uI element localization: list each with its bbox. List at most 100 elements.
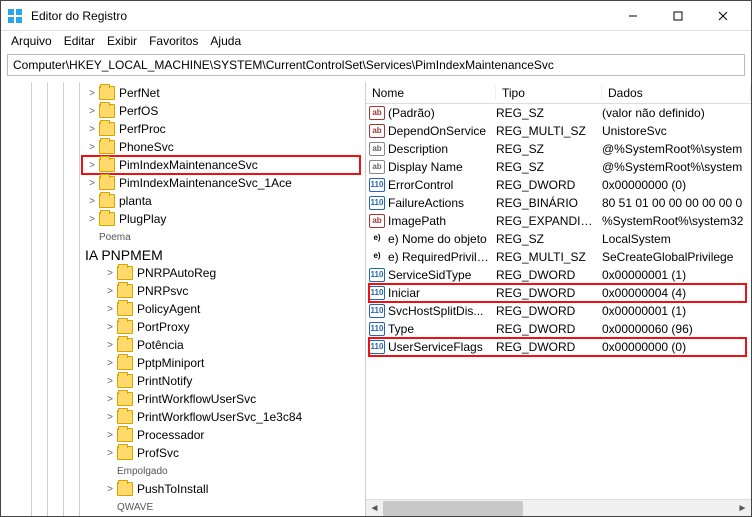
reg-binary-icon: 110 [369, 340, 385, 354]
chevron-right-icon[interactable]: > [103, 484, 117, 495]
col-type[interactable]: Tipo [496, 86, 602, 100]
maximize-button[interactable] [655, 2, 700, 30]
value-row[interactable]: 110ServiceSidTypeREG_DWORD0x00000001 (1) [366, 266, 751, 284]
minimize-button[interactable] [610, 2, 655, 30]
tree-item[interactable]: > PimIndexMaintenanceSvc_1Ace [1, 174, 365, 192]
reg-string-icon: ab [369, 214, 385, 228]
chevron-right-icon[interactable]: > [85, 214, 99, 225]
chevron-right-icon[interactable]: > [103, 448, 117, 459]
value-row[interactable]: 110UserServiceFlagsREG_DWORD0x00000000 (… [366, 338, 751, 356]
value-list[interactable]: ab(Padrão)REG_SZ(valor não definido)abDe… [366, 104, 751, 499]
tree-item[interactable]: >Processador [1, 426, 365, 444]
chevron-right-icon[interactable]: > [103, 286, 117, 297]
tree-item[interactable]: >PortProxy [1, 318, 365, 336]
tree-item[interactable]: Poema [1, 228, 365, 246]
menu-editar[interactable]: Editar [60, 34, 99, 48]
folder-icon [99, 176, 115, 190]
tree-item[interactable]: >PrintWorkflowUserSvc_1e3c84 [1, 408, 365, 426]
tree-item[interactable]: >ProfSvc [1, 444, 365, 462]
tree-item-label: PhoneSvc [119, 140, 174, 154]
tree-item[interactable]: >PimIndexMaintenanceSvc [1, 156, 365, 174]
chevron-right-icon[interactable]: > [85, 142, 99, 153]
folder-icon [99, 212, 115, 226]
value-name: ErrorControl [388, 178, 496, 192]
chevron-right-icon[interactable]: > [85, 124, 99, 135]
window-title: Editor do Registro [31, 9, 610, 23]
close-button[interactable] [700, 2, 745, 30]
chevron-right-icon[interactable]: > [103, 340, 117, 351]
tree-item[interactable]: >PptpMiniport [1, 354, 365, 372]
folder-icon [117, 392, 133, 406]
menu-ajuda[interactable]: Ajuda [206, 34, 245, 48]
menu-favoritos[interactable]: Favoritos [145, 34, 202, 48]
tree-item-label: planta [119, 194, 152, 208]
menu-exibir[interactable]: Exibir [103, 34, 141, 48]
tree-pane[interactable]: >PerfNet>PerfOS>PerfProc>PhoneSvc>PimInd… [1, 82, 366, 516]
tree-item[interactable]: >PolicyAgent [1, 300, 365, 318]
col-name[interactable]: Nome [366, 86, 496, 100]
value-row[interactable]: 110SvcHostSplitDis...REG_DWORD0x00000001… [366, 302, 751, 320]
menu-arquivo[interactable]: Arquivo [7, 34, 56, 48]
scroll-thumb[interactable] [383, 501, 523, 516]
chevron-right-icon[interactable]: > [103, 358, 117, 369]
value-row[interactable]: abDisplay NameREG_SZ@%SystemRoot%\system [366, 158, 751, 176]
chevron-right-icon[interactable]: > [103, 304, 117, 315]
tree-item[interactable]: >PerfNet [1, 84, 365, 102]
value-type: REG_DWORD [496, 268, 602, 282]
chevron-right-icon[interactable]: > [103, 412, 117, 423]
value-row[interactable]: e)e) Nome do objetoREG_SZLocalSystem [366, 230, 751, 248]
value-row[interactable]: 110TypeREG_DWORD0x00000060 (96) [366, 320, 751, 338]
tree-item[interactable]: >PNRPsvc [1, 282, 365, 300]
value-name: (Padrão) [388, 106, 496, 120]
value-row[interactable]: 110ErrorControlREG_DWORD0x00000000 (0) [366, 176, 751, 194]
tree-item[interactable]: QWAVE [1, 498, 365, 516]
horizontal-scrollbar[interactable]: ◄ ► [366, 499, 751, 516]
folder-icon [117, 482, 133, 496]
scroll-track[interactable] [383, 500, 734, 517]
tree-item-label: PushToInstall [137, 482, 208, 496]
tree-item[interactable]: >PrintNotify [1, 372, 365, 390]
reg-binary-icon: 110 [369, 178, 385, 192]
chevron-right-icon[interactable]: > [85, 160, 99, 171]
tree-item-label: Empolgado [117, 466, 168, 477]
folder-icon [99, 140, 115, 154]
chevron-right-icon[interactable]: > [103, 268, 117, 279]
value-row[interactable]: abDescriptionREG_SZ@%SystemRoot%\system [366, 140, 751, 158]
tree-item[interactable]: Empolgado [1, 462, 365, 480]
tree-item-label: PimIndexMaintenanceSvc_1Ace [119, 176, 292, 190]
value-row[interactable]: e)e) RequiredPrivileg...REG_MULTI_SZSeCr… [366, 248, 751, 266]
tree-item[interactable]: > PushToInstall [1, 480, 365, 498]
chevron-right-icon[interactable]: > [85, 106, 99, 117]
value-type: REG_SZ [496, 106, 602, 120]
tree-item[interactable]: >PerfOS [1, 102, 365, 120]
chevron-right-icon[interactable]: > [85, 196, 99, 207]
chevron-right-icon[interactable]: > [103, 394, 117, 405]
value-row[interactable]: 110FailureActionsREG_BINÁRIO80 51 01 00 … [366, 194, 751, 212]
value-row[interactable]: ab(Padrão)REG_SZ(valor não definido) [366, 104, 751, 122]
tree-item[interactable]: >PlugPlay [1, 210, 365, 228]
chevron-right-icon[interactable]: > [85, 178, 99, 189]
folder-icon [117, 428, 133, 442]
address-bar[interactable]: Computer\HKEY_LOCAL_MACHINE\SYSTEM\Curre… [7, 54, 745, 76]
folder-icon [117, 302, 133, 316]
folder-icon [99, 122, 115, 136]
scroll-left-arrow[interactable]: ◄ [366, 500, 383, 517]
chevron-right-icon[interactable]: > [103, 430, 117, 441]
chevron-right-icon[interactable]: > [85, 88, 99, 99]
folder-icon [99, 104, 115, 118]
col-data[interactable]: Dados [602, 86, 751, 100]
tree-item[interactable]: >PrintWorkflowUserSvc [1, 390, 365, 408]
scroll-right-arrow[interactable]: ► [734, 500, 751, 517]
value-row[interactable]: abImagePathREG_EXPANDIR_SZ%SystemRoot%\s… [366, 212, 751, 230]
value-data: LocalSystem [602, 232, 751, 246]
value-row[interactable]: abDependOnServiceREG_MULTI_SZUnistoreSvc [366, 122, 751, 140]
tree-item[interactable]: >Potência [1, 336, 365, 354]
tree-item[interactable]: IA PNPMEM [1, 246, 365, 264]
tree-item[interactable]: >PNRPAutoReg [1, 264, 365, 282]
chevron-right-icon[interactable]: > [103, 376, 117, 387]
tree-item[interactable]: > planta [1, 192, 365, 210]
value-row[interactable]: 110IniciarREG_DWORD0x00000004 (4) [366, 284, 751, 302]
chevron-right-icon[interactable]: > [103, 322, 117, 333]
tree-item[interactable]: >PerfProc [1, 120, 365, 138]
tree-item[interactable]: > PhoneSvc [1, 138, 365, 156]
